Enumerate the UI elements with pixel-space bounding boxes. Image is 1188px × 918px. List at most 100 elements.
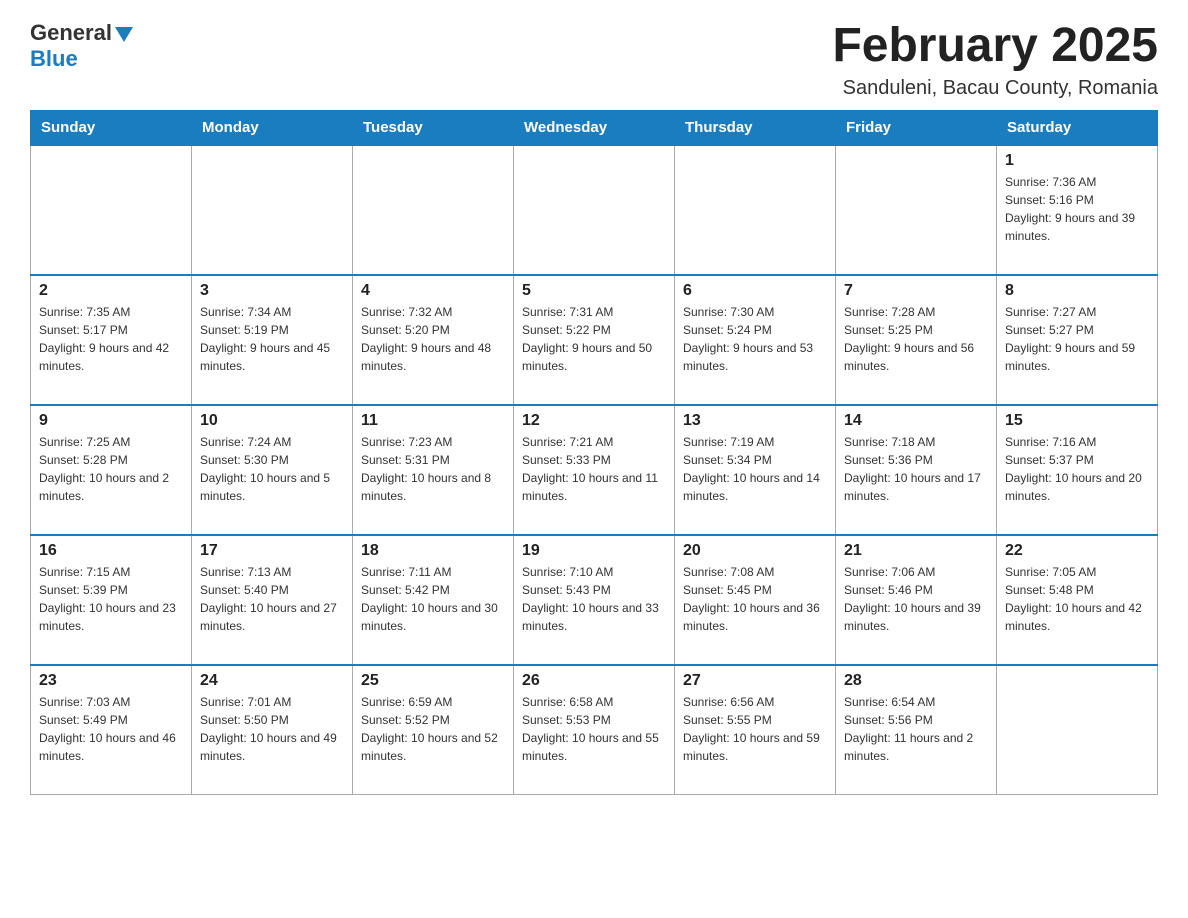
day-number: 16 bbox=[39, 542, 183, 560]
day-info: Sunrise: 7:08 AMSunset: 5:45 PMDaylight:… bbox=[683, 563, 827, 635]
calendar-cell: 2 Sunrise: 7:35 AMSunset: 5:17 PMDaylight… bbox=[31, 275, 192, 405]
day-number: 26 bbox=[522, 672, 666, 690]
day-number: 7 bbox=[844, 282, 988, 300]
calendar-cell: 21Sunrise: 7:06 AMSunset: 5:46 PMDayligh… bbox=[836, 535, 997, 665]
header-thursday: Thursday bbox=[675, 110, 836, 145]
day-number: 28 bbox=[844, 672, 988, 690]
day-info: Sunrise: 7:13 AMSunset: 5:40 PMDaylight:… bbox=[200, 563, 344, 635]
calendar-cell: 27 Sunrise: 6:56 AMSunset: 5:55 PMDayligh… bbox=[675, 665, 836, 795]
logo: General Blue bbox=[30, 20, 133, 72]
day-number: 25 bbox=[361, 672, 505, 690]
day-info: Sunrise: 7:15 AMSunset: 5:39 PMDaylight:… bbox=[39, 563, 183, 635]
day-number: 8 bbox=[1005, 282, 1149, 300]
calendar-cell: 23 Sunrise: 7:03 AMSunset: 5:49 PMDayligh… bbox=[31, 665, 192, 795]
day-number: 14 bbox=[844, 412, 988, 430]
day-number: 12 bbox=[522, 412, 666, 430]
day-number: 22 bbox=[1005, 542, 1149, 560]
logo-general-text: General bbox=[30, 20, 112, 46]
calendar-cell: 1 Sunrise: 7:36 AMSunset: 5:16 PMDaylight… bbox=[997, 145, 1158, 275]
day-number: 5 bbox=[522, 282, 666, 300]
day-number: 2 bbox=[39, 282, 183, 300]
day-number: 13 bbox=[683, 412, 827, 430]
day-info: Sunrise: 7:31 AMSunset: 5:22 PMDaylight:… bbox=[522, 303, 666, 375]
week-row-4: 16 Sunrise: 7:15 AMSunset: 5:39 PMDayligh… bbox=[31, 535, 1158, 665]
day-info: Sunrise: 7:10 AMSunset: 5:43 PMDaylight:… bbox=[522, 563, 666, 635]
day-info: Sunrise: 7:30 AMSunset: 5:24 PMDaylight:… bbox=[683, 303, 827, 375]
day-info: Sunrise: 7:28 AMSunset: 5:25 PMDaylight:… bbox=[844, 303, 988, 375]
day-number: 17 bbox=[200, 542, 344, 560]
day-info: Sunrise: 7:18 AMSunset: 5:36 PMDaylight:… bbox=[844, 433, 988, 505]
month-title: February 2025 bbox=[832, 20, 1158, 73]
day-info: Sunrise: 7:05 AMSunset: 5:48 PMDaylight:… bbox=[1005, 563, 1149, 635]
day-number: 10 bbox=[200, 412, 344, 430]
calendar-cell: 12 Sunrise: 7:21 AMSunset: 5:33 PMDayligh… bbox=[514, 405, 675, 535]
day-number: 27 bbox=[683, 672, 827, 690]
calendar-cell: 11Sunrise: 7:23 AMSunset: 5:31 PMDayligh… bbox=[353, 405, 514, 535]
day-number: 1 bbox=[1005, 152, 1149, 170]
location-title: Sanduleni, Bacau County, Romania bbox=[832, 77, 1158, 100]
page-header: General Blue February 2025 Sanduleni, Ba… bbox=[30, 20, 1158, 100]
day-info: Sunrise: 7:03 AMSunset: 5:49 PMDaylight:… bbox=[39, 693, 183, 765]
calendar-cell: 22 Sunrise: 7:05 AMSunset: 5:48 PMDayligh… bbox=[997, 535, 1158, 665]
calendar-header-row: SundayMondayTuesdayWednesdayThursdayFrid… bbox=[31, 110, 1158, 145]
day-number: 9 bbox=[39, 412, 183, 430]
calendar-cell bbox=[675, 145, 836, 275]
day-info: Sunrise: 7:24 AMSunset: 5:30 PMDaylight:… bbox=[200, 433, 344, 505]
day-number: 11 bbox=[361, 412, 505, 430]
calendar-cell: 9 Sunrise: 7:25 AMSunset: 5:28 PMDaylight… bbox=[31, 405, 192, 535]
calendar-cell: 24 Sunrise: 7:01 AMSunset: 5:50 PMDayligh… bbox=[192, 665, 353, 795]
calendar-cell: 19 Sunrise: 7:10 AMSunset: 5:43 PMDayligh… bbox=[514, 535, 675, 665]
day-info: Sunrise: 7:11 AMSunset: 5:42 PMDaylight:… bbox=[361, 563, 505, 635]
day-number: 15 bbox=[1005, 412, 1149, 430]
logo-triangle-icon bbox=[115, 27, 133, 42]
header-wednesday: Wednesday bbox=[514, 110, 675, 145]
calendar-cell: 26 Sunrise: 6:58 AMSunset: 5:53 PMDayligh… bbox=[514, 665, 675, 795]
calendar-cell: 16 Sunrise: 7:15 AMSunset: 5:39 PMDayligh… bbox=[31, 535, 192, 665]
calendar-cell bbox=[353, 145, 514, 275]
day-info: Sunrise: 6:58 AMSunset: 5:53 PMDaylight:… bbox=[522, 693, 666, 765]
calendar-cell: 28 Sunrise: 6:54 AMSunset: 5:56 PMDayligh… bbox=[836, 665, 997, 795]
day-number: 18 bbox=[361, 542, 505, 560]
calendar-cell: 4Sunrise: 7:32 AMSunset: 5:20 PMDaylight… bbox=[353, 275, 514, 405]
day-info: Sunrise: 7:01 AMSunset: 5:50 PMDaylight:… bbox=[200, 693, 344, 765]
calendar-cell bbox=[997, 665, 1158, 795]
logo-blue-text: Blue bbox=[30, 46, 78, 71]
header-monday: Monday bbox=[192, 110, 353, 145]
calendar-cell: 20Sunrise: 7:08 AMSunset: 5:45 PMDayligh… bbox=[675, 535, 836, 665]
week-row-5: 23 Sunrise: 7:03 AMSunset: 5:49 PMDayligh… bbox=[31, 665, 1158, 795]
day-info: Sunrise: 7:16 AMSunset: 5:37 PMDaylight:… bbox=[1005, 433, 1149, 505]
calendar-cell: 17 Sunrise: 7:13 AMSunset: 5:40 PMDayligh… bbox=[192, 535, 353, 665]
calendar-cell: 25 Sunrise: 6:59 AMSunset: 5:52 PMDayligh… bbox=[353, 665, 514, 795]
calendar-cell: 13 Sunrise: 7:19 AMSunset: 5:34 PMDayligh… bbox=[675, 405, 836, 535]
day-info: Sunrise: 6:56 AMSunset: 5:55 PMDaylight:… bbox=[683, 693, 827, 765]
calendar-cell: 18 Sunrise: 7:11 AMSunset: 5:42 PMDayligh… bbox=[353, 535, 514, 665]
day-info: Sunrise: 7:19 AMSunset: 5:34 PMDaylight:… bbox=[683, 433, 827, 505]
header-sunday: Sunday bbox=[31, 110, 192, 145]
day-info: Sunrise: 6:59 AMSunset: 5:52 PMDaylight:… bbox=[361, 693, 505, 765]
calendar-cell: 6Sunrise: 7:30 AMSunset: 5:24 PMDaylight… bbox=[675, 275, 836, 405]
calendar-cell: 7 Sunrise: 7:28 AMSunset: 5:25 PMDaylight… bbox=[836, 275, 997, 405]
day-number: 24 bbox=[200, 672, 344, 690]
day-info: Sunrise: 7:35 AMSunset: 5:17 PMDaylight:… bbox=[39, 303, 183, 375]
day-number: 19 bbox=[522, 542, 666, 560]
title-section: February 2025 Sanduleni, Bacau County, R… bbox=[832, 20, 1158, 100]
day-info: Sunrise: 7:06 AMSunset: 5:46 PMDaylight:… bbox=[844, 563, 988, 635]
calendar-cell bbox=[31, 145, 192, 275]
calendar-cell: 8Sunrise: 7:27 AMSunset: 5:27 PMDaylight… bbox=[997, 275, 1158, 405]
calendar-cell: 5 Sunrise: 7:31 AMSunset: 5:22 PMDaylight… bbox=[514, 275, 675, 405]
calendar-cell: 15 Sunrise: 7:16 AMSunset: 5:37 PMDayligh… bbox=[997, 405, 1158, 535]
day-info: Sunrise: 7:36 AMSunset: 5:16 PMDaylight:… bbox=[1005, 173, 1149, 245]
day-number: 23 bbox=[39, 672, 183, 690]
day-number: 3 bbox=[200, 282, 344, 300]
header-tuesday: Tuesday bbox=[353, 110, 514, 145]
calendar-cell bbox=[192, 145, 353, 275]
week-row-2: 2 Sunrise: 7:35 AMSunset: 5:17 PMDaylight… bbox=[31, 275, 1158, 405]
calendar-table: SundayMondayTuesdayWednesdayThursdayFrid… bbox=[30, 110, 1158, 796]
day-info: Sunrise: 7:21 AMSunset: 5:33 PMDaylight:… bbox=[522, 433, 666, 505]
week-row-3: 9 Sunrise: 7:25 AMSunset: 5:28 PMDaylight… bbox=[31, 405, 1158, 535]
calendar-cell: 3Sunrise: 7:34 AMSunset: 5:19 PMDaylight… bbox=[192, 275, 353, 405]
calendar-cell bbox=[836, 145, 997, 275]
day-info: Sunrise: 7:25 AMSunset: 5:28 PMDaylight:… bbox=[39, 433, 183, 505]
day-number: 4 bbox=[361, 282, 505, 300]
day-info: Sunrise: 6:54 AMSunset: 5:56 PMDaylight:… bbox=[844, 693, 988, 765]
